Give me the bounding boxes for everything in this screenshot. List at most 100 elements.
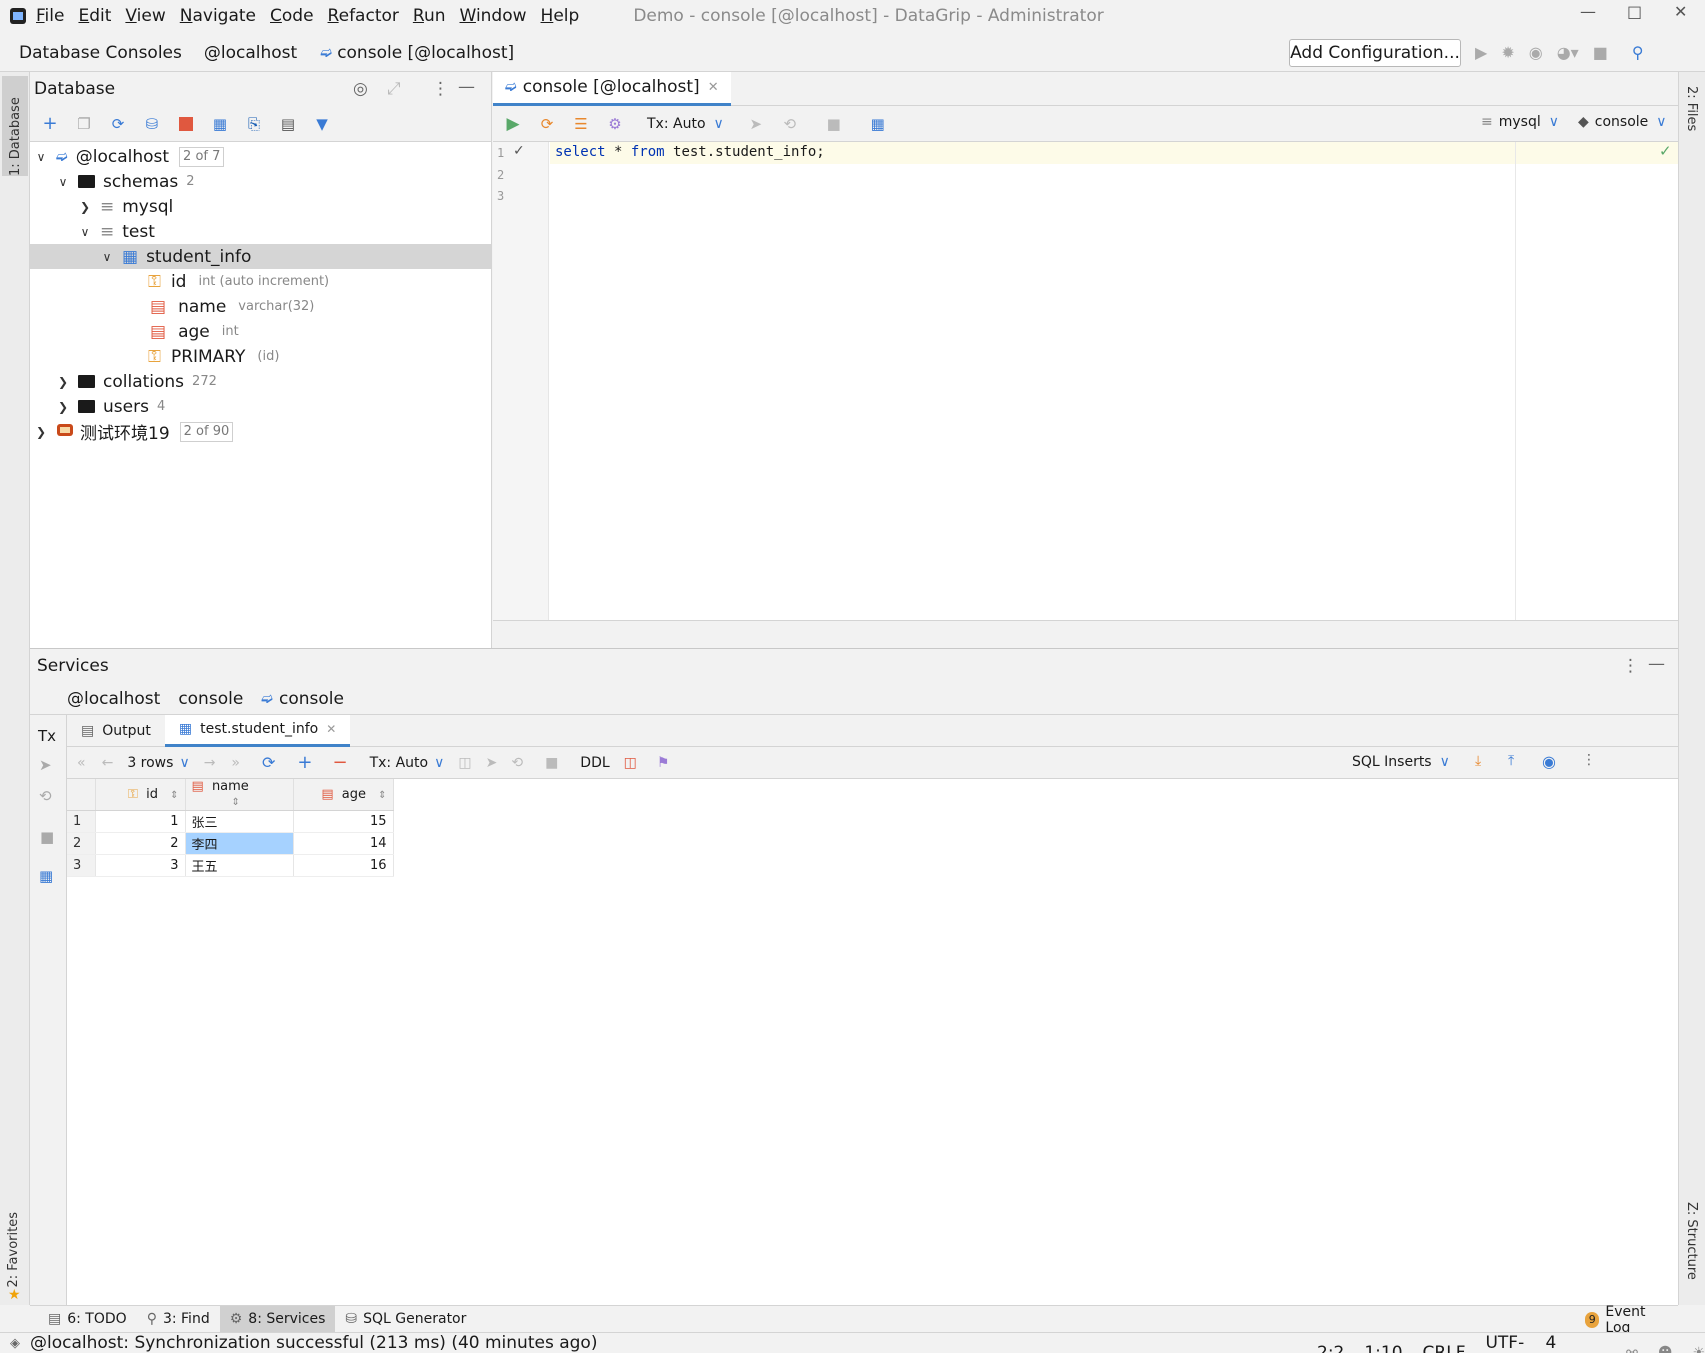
first-page-icon[interactable]: «: [77, 755, 86, 771]
tree-node-collations[interactable]: ❯ collations 272: [30, 369, 491, 394]
code-line-1[interactable]: select * from test.student_info;: [555, 144, 825, 160]
ddl-button[interactable]: DDL: [580, 755, 609, 771]
minimize-icon[interactable]: —: [1580, 2, 1596, 21]
structure-tool-button[interactable]: Z: Structure: [1684, 1202, 1705, 1284]
files-tool-button[interactable]: 2: Files: [1684, 86, 1705, 135]
tree-node-localhost[interactable]: ∨ ➫ @localhost 2 of 7: [30, 144, 491, 169]
breadcrumb-database-consoles[interactable]: Database Consoles: [19, 43, 182, 63]
database-tool-button[interactable]: 1: Database: [2, 76, 28, 176]
tab-result-student-info[interactable]: ▦ test.student_info ✕: [164, 714, 351, 747]
tree-node-users[interactable]: ❯ users 4: [30, 394, 491, 419]
target-icon[interactable]: ◎: [353, 79, 368, 99]
session-dropdown[interactable]: ◆ console ∨: [1578, 114, 1667, 130]
chevron-right-icon[interactable]: ❯: [34, 425, 48, 439]
chevron-right-icon[interactable]: ❯: [78, 200, 92, 214]
maximize-icon[interactable]: □: [1627, 2, 1642, 21]
cell-age[interactable]: 16: [293, 854, 394, 877]
close-window-icon[interactable]: ✕: [1674, 2, 1687, 21]
tree-node-test-env[interactable]: ❯ 测试环境19 2 of 90: [30, 419, 491, 444]
search-everywhere-icon[interactable]: ⚲: [1632, 43, 1644, 62]
export-format-dropdown[interactable]: SQL Inserts ∨: [1352, 754, 1450, 770]
chevron-down-icon[interactable]: ∨: [100, 250, 114, 264]
add-row-icon[interactable]: +: [297, 752, 312, 773]
output-layout-icon[interactable]: ▦: [868, 114, 888, 134]
tx-mode-dropdown[interactable]: Tx: Auto ∨: [647, 116, 724, 132]
tree-node-test[interactable]: ∨ ≡ test: [30, 219, 491, 244]
open-console-icon[interactable]: ▤: [278, 114, 298, 134]
next-page-icon[interactable]: →: [204, 755, 216, 771]
history-icon[interactable]: ⟳: [537, 114, 557, 134]
menu-refactor[interactable]: Refactor: [328, 6, 399, 26]
menu-navigate[interactable]: Navigate: [180, 6, 256, 26]
chevron-down-icon[interactable]: ∨: [78, 225, 92, 239]
prev-page-icon[interactable]: ←: [102, 755, 114, 771]
upload-icon[interactable]: ⤒: [1508, 753, 1514, 769]
tree-node-column-name[interactable]: ▤ name varchar(32): [30, 294, 491, 319]
row-number[interactable]: 1: [67, 810, 96, 833]
refresh-icon[interactable]: ⟳: [108, 114, 128, 134]
stop-icon[interactable]: [176, 114, 196, 134]
breadcrumb-localhost[interactable]: @localhost: [67, 689, 160, 709]
cell-name[interactable]: 张三: [185, 810, 294, 833]
cell-age[interactable]: 14: [293, 832, 394, 855]
reload-icon[interactable]: ⟳: [262, 753, 275, 772]
debug-icon[interactable]: ✹: [1501, 43, 1514, 62]
coverage-icon[interactable]: ◉: [1529, 43, 1543, 62]
indent-setting[interactable]: 4 spaces: [1546, 1333, 1607, 1353]
breadcrumb-console[interactable]: console: [178, 689, 243, 709]
cell-id[interactable]: 3: [95, 854, 186, 877]
filter-icon[interactable]: ▼: [312, 114, 332, 134]
hide-panel-icon[interactable]: —: [1648, 654, 1665, 674]
more-options-icon[interactable]: ⋮: [1582, 752, 1596, 768]
rollback-icon[interactable]: ⟲: [39, 787, 52, 805]
rollback-icon[interactable]: ⟲: [511, 755, 523, 771]
cell-name[interactable]: 王五: [185, 854, 294, 877]
close-tab-icon[interactable]: ✕: [326, 722, 336, 736]
lock-icon[interactable]: ⚯: [1626, 1345, 1638, 1353]
chevron-right-icon[interactable]: ❯: [56, 400, 70, 414]
tree-node-index-primary[interactable]: ⚿ PRIMARY (id): [30, 344, 491, 369]
menu-file[interactable]: File: [36, 6, 64, 26]
menu-view[interactable]: View: [125, 6, 165, 26]
row-number[interactable]: 2: [67, 832, 96, 855]
services-tool-button[interactable]: ⚙ 8: Services: [219, 1305, 336, 1333]
breadcrumb-console[interactable]: console [@localhost]: [337, 43, 514, 63]
execute-icon[interactable]: ▶: [503, 114, 523, 134]
layers-icon[interactable]: ◈: [10, 1336, 20, 1351]
commit-icon[interactable]: ➤: [486, 755, 498, 771]
commit-icon[interactable]: ➤: [746, 114, 766, 134]
menu-edit[interactable]: Edit: [78, 6, 111, 26]
delete-row-icon[interactable]: −: [333, 752, 348, 773]
add-icon[interactable]: +: [40, 113, 60, 134]
column-header-id[interactable]: ⚿ id ⇕: [95, 779, 186, 811]
menu-window[interactable]: Window: [460, 6, 527, 26]
run-icon[interactable]: ▶: [1475, 43, 1487, 62]
sql-editor[interactable]: 1 2 3 ✓ select * from test.student_info;…: [493, 142, 1678, 620]
tab-console-localhost[interactable]: ➫ console [@localhost] ✕: [493, 71, 731, 106]
tree-node-student-info[interactable]: ∨ ▦ student_info: [30, 244, 491, 269]
edit-source-icon[interactable]: ⎘: [244, 114, 264, 134]
layout-icon[interactable]: ▦: [39, 867, 53, 885]
sort-icon[interactable]: ⇕: [378, 790, 386, 801]
tree-node-column-id[interactable]: ⚿ id int (auto increment): [30, 269, 491, 294]
menu-code[interactable]: Code: [270, 6, 314, 26]
chevron-right-icon[interactable]: ❯: [56, 375, 70, 389]
view-icon[interactable]: ◉: [1542, 752, 1556, 771]
rows-dropdown[interactable]: 3 rows ∨: [127, 755, 189, 771]
add-configuration-button[interactable]: Add Configuration...: [1289, 39, 1461, 67]
find-tool-button[interactable]: ⚲ 3: Find: [137, 1306, 220, 1333]
row-number[interactable]: 3: [67, 854, 96, 877]
chevron-down-icon[interactable]: ∨: [56, 175, 70, 189]
duplicate-icon[interactable]: ❐: [74, 114, 94, 134]
download-icon[interactable]: ⤓: [1475, 753, 1481, 769]
file-encoding[interactable]: UTF-8: [1485, 1333, 1525, 1353]
table-row[interactable]: 2 2 李四 14: [67, 832, 394, 855]
commit-icon[interactable]: ➤: [39, 756, 52, 774]
rollback-icon[interactable]: ⟲: [780, 114, 800, 134]
sql-generator-tool-button[interactable]: ⛁ SQL Generator: [335, 1306, 476, 1333]
gear-icon[interactable]: ⚙: [605, 114, 625, 134]
event-log-tool-button[interactable]: 9 Event Log: [1575, 1304, 1678, 1336]
caret-position[interactable]: 2:2: [1317, 1343, 1344, 1353]
profile-icon[interactable]: ◕▾: [1557, 43, 1579, 62]
breadcrumb-localhost[interactable]: @localhost: [204, 43, 297, 63]
